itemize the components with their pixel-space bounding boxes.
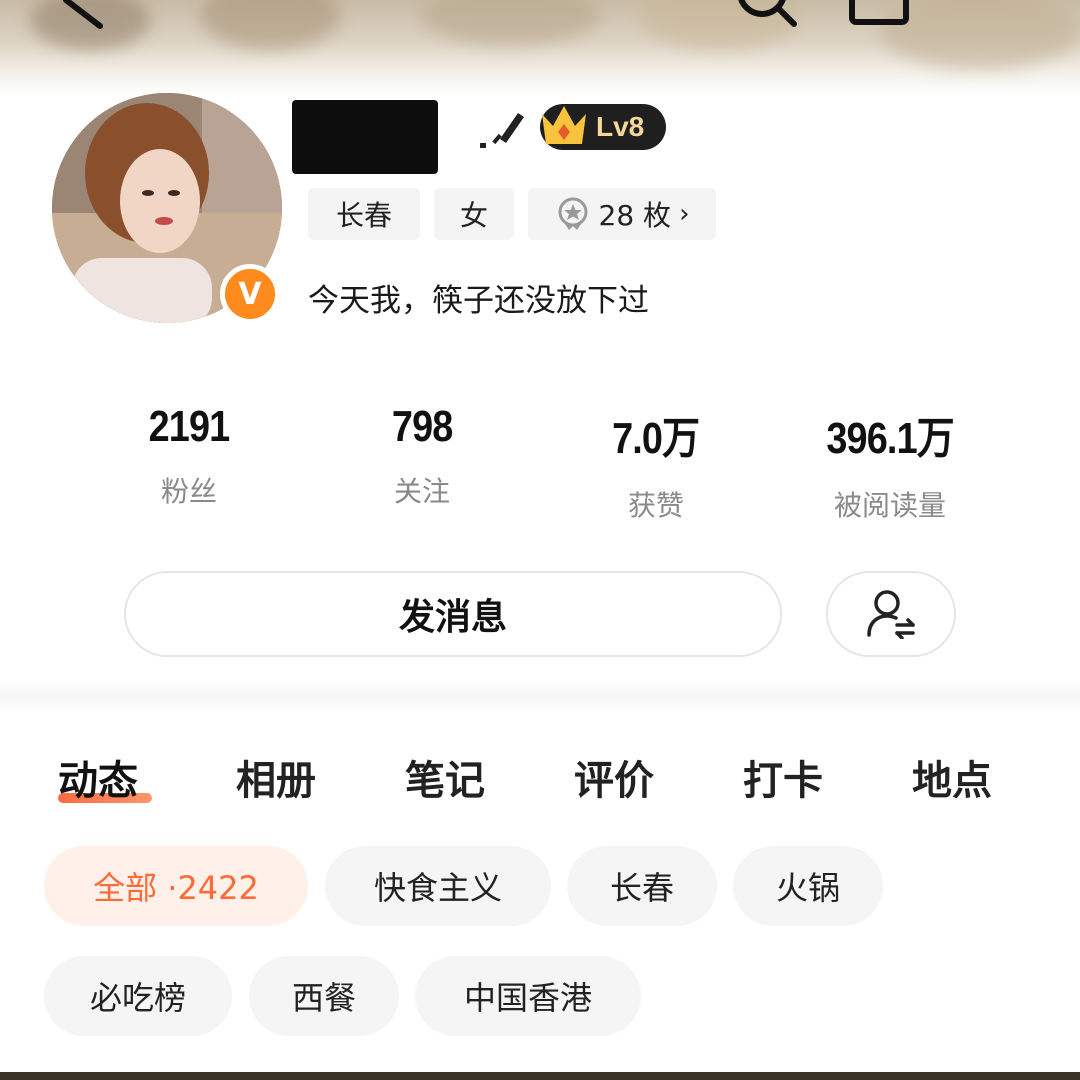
bio-text: 今天我，筷子还没放下过 — [308, 283, 649, 319]
send-message-button[interactable]: 发消息 — [124, 571, 782, 657]
profile-cover-background — [0, 0, 1080, 95]
stat-likes[interactable]: 7.0万 获赞 — [556, 402, 756, 524]
content-preview-strip — [0, 1072, 1080, 1080]
filter-chip-all[interactable]: 全部 ·2422 — [44, 846, 308, 926]
filter-chip-label: 西餐 — [291, 979, 356, 1017]
level-badge[interactable]: Lv8 — [540, 104, 666, 150]
stat-label: 被阅读量 — [833, 489, 946, 522]
stat-value: 396.1万 — [826, 414, 954, 463]
filter-chip-label: 中国香港 — [463, 979, 592, 1017]
gender-tag: 女 — [434, 188, 514, 240]
user-follow-icon — [867, 590, 915, 639]
filter-chip-label: 必吃榜 — [89, 979, 186, 1017]
verified-letter: V — [238, 276, 262, 312]
stat-label: 粉丝 — [160, 475, 217, 508]
edit-pencil-icon[interactable] — [470, 103, 528, 153]
tab-checkins[interactable]: 打卡 — [743, 748, 823, 806]
chevron-right-icon: › — [679, 199, 690, 229]
stat-value: 798 — [391, 402, 453, 451]
stat-value: 2191 — [148, 402, 231, 451]
stat-followers[interactable]: 2191 粉丝 — [89, 402, 289, 510]
city-tag-label: 长春 — [335, 199, 392, 232]
gender-tag-label: 女 — [459, 199, 488, 232]
medal-icon — [558, 197, 588, 230]
username-redacted — [292, 100, 438, 174]
filter-chip-label: 火锅 — [775, 869, 840, 907]
stat-following[interactable]: 798 关注 — [322, 402, 522, 510]
stat-value: 7.0万 — [612, 414, 700, 463]
section-divider — [0, 680, 1080, 712]
verified-badge: V — [220, 264, 280, 324]
level-text: Lv8 — [596, 111, 645, 142]
tab-notes[interactable]: 笔记 — [405, 748, 485, 806]
stat-label: 获赞 — [627, 489, 684, 522]
tab-reviews[interactable]: 评价 — [574, 748, 654, 806]
filter-chip-label: 快食主义 — [373, 869, 502, 907]
stat-reads[interactable]: 396.1万 被阅读量 — [790, 402, 990, 524]
stat-label: 关注 — [393, 475, 450, 508]
filter-chip-label: 长春 — [609, 869, 674, 907]
follow-button[interactable] — [826, 571, 956, 657]
tab-dynamics[interactable]: 动态 — [58, 748, 138, 806]
medals-tag[interactable]: 28 枚 › — [528, 188, 716, 240]
tab-places[interactable]: 地点 — [912, 748, 992, 806]
filter-chip[interactable]: 西餐 — [249, 956, 399, 1036]
filter-chip[interactable]: 火锅 — [733, 846, 883, 926]
send-message-label: 发消息 — [398, 597, 507, 638]
share-icon[interactable] — [848, 0, 910, 26]
filter-chip[interactable]: 必吃榜 — [44, 956, 232, 1036]
medals-count: 28 枚 — [598, 199, 672, 232]
tab-album[interactable]: 相册 — [236, 748, 316, 806]
filter-chip[interactable]: 长春 — [567, 846, 717, 926]
filter-chip[interactable]: 中国香港 — [415, 956, 641, 1036]
filter-chip[interactable]: 快食主义 — [325, 846, 551, 926]
back-arrow-icon[interactable] — [60, 0, 110, 30]
filter-chip-label: 全部 ·2422 — [93, 869, 259, 907]
city-tag[interactable]: 长春 — [308, 188, 420, 240]
crown-icon — [542, 106, 586, 144]
search-icon[interactable] — [730, 0, 800, 28]
